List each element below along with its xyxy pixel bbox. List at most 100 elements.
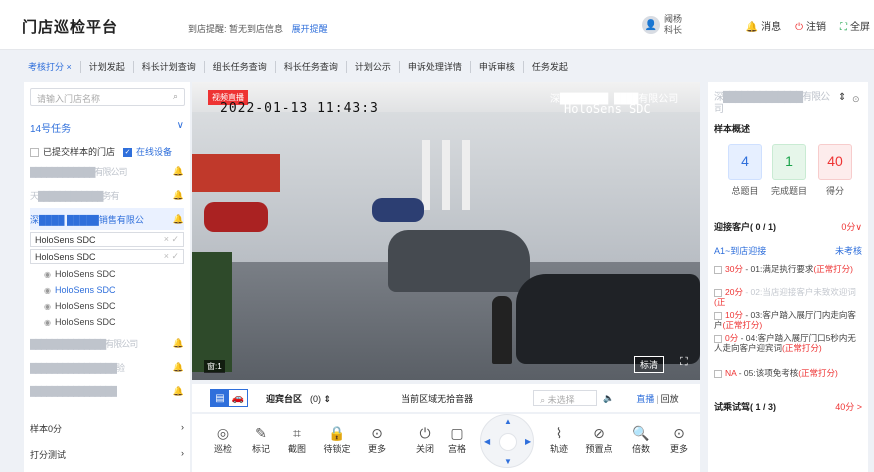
camera-item[interactable]: ◉ HoloSens SDC bbox=[44, 314, 190, 330]
top-bar: 门店巡检平台 到店提醒: 暂无到店信息 展开提醒 👤 阈杨科长 🔔 消息 ⏻ 注销 … bbox=[0, 0, 874, 50]
device-field[interactable]: HoloSens SDC × ✓ bbox=[30, 249, 184, 264]
tab-section-plan-query[interactable]: 科长计划查询 bbox=[134, 61, 205, 73]
video-osd-device: HoloSens SDC bbox=[564, 102, 651, 116]
section-greet[interactable]: 迎接客户( 0 / 1) 0分∨ bbox=[714, 220, 862, 233]
window-view-icon[interactable]: ▤ bbox=[211, 390, 229, 406]
mark-icon: ✎ bbox=[255, 425, 267, 441]
ptz-right-icon[interactable]: ▶ bbox=[525, 437, 531, 446]
section-test-drive[interactable]: 试乘试驾( 1 / 3) 40分 > bbox=[714, 400, 862, 413]
message-button[interactable]: 🔔 消息 bbox=[746, 18, 781, 33]
fullscreen-icon[interactable]: ⛶ bbox=[680, 356, 688, 369]
top-actions: 🔔 消息 ⏻ 注销 ⛶ 全屏 bbox=[746, 18, 870, 33]
grid-button[interactable]: ▢ 宫格 bbox=[440, 424, 474, 455]
camera-item-selected[interactable]: ◉ HoloSens SDC bbox=[44, 282, 190, 298]
ptz-left-icon[interactable]: ◀ bbox=[484, 437, 490, 446]
video-control-row: ▤ 🚗 迎宾台区 (0) ⇕ 当前区域无拾音器 ⌕ 未选择 🔈 直播 | 回放 bbox=[192, 384, 700, 412]
tab-appeal-detail[interactable]: 申诉处理详情 bbox=[400, 61, 471, 73]
volume-icon[interactable]: 🔈 bbox=[603, 393, 614, 404]
checkbox-icon bbox=[714, 265, 722, 274]
tab-task-create[interactable]: 任务发起 bbox=[524, 61, 576, 73]
ptz-center bbox=[499, 433, 517, 451]
check-submitted[interactable]: 已提交样本的门店 bbox=[30, 145, 115, 158]
store-item[interactable]: ██████████████有限公司 🔔 bbox=[30, 332, 184, 354]
app-title: 门店巡检平台 bbox=[22, 19, 119, 36]
tab-appeal-review[interactable]: 申诉审核 bbox=[471, 61, 524, 73]
store-search-input[interactable]: 请输入门店名称 ⌕ bbox=[30, 88, 185, 106]
close-button[interactable]: ⏻ 关闭 bbox=[408, 424, 442, 455]
check-online[interactable]: ✓ 在线设备 bbox=[123, 145, 172, 158]
bell-icon: 🔔 bbox=[172, 213, 184, 224]
store-item[interactable]: ████████████████验 🔔 bbox=[30, 356, 184, 378]
camera-item[interactable]: ◉ HoloSens SDC bbox=[44, 266, 190, 282]
stat-done: 1 bbox=[772, 144, 806, 180]
track-icon: ⌇ bbox=[555, 425, 563, 441]
tab-plan-create[interactable]: 计划发起 bbox=[81, 61, 134, 73]
sample-score-row[interactable]: 样本0分 › bbox=[30, 422, 184, 435]
mark-button[interactable]: ✎ 标记 bbox=[244, 424, 278, 455]
store-panel: 请输入门店名称 ⌕ 14号任务 ∨ 已提交样本的门店 ✓ 在线设备 ███████… bbox=[24, 82, 190, 472]
screenshot-button[interactable]: ⌗ 截图 bbox=[280, 424, 314, 455]
store-item[interactable]: ████████████有限公司 🔔 bbox=[30, 160, 184, 182]
lock-button[interactable]: 🔒 待锁定 bbox=[320, 424, 354, 455]
bell-icon: 🔔 bbox=[172, 165, 184, 176]
tab-score[interactable]: 考核打分 × bbox=[20, 61, 81, 73]
notice-text: 暂无到店信息 bbox=[229, 24, 284, 34]
more-button[interactable]: ⊙ 更多 bbox=[360, 424, 394, 455]
lock-icon: 🔒 bbox=[328, 425, 346, 441]
bell-icon: 🔔 bbox=[172, 337, 184, 348]
ptz-down-icon[interactable]: ▼ bbox=[504, 457, 512, 466]
score-option[interactable]: 30分 - 01:满足执行要求(正常打分) bbox=[714, 264, 864, 274]
preset-button[interactable]: ⊘ 预置点 bbox=[582, 424, 616, 455]
expand-notice-link[interactable]: 展开提醒 bbox=[292, 24, 328, 34]
clear-icon[interactable]: × ✓ bbox=[164, 234, 179, 245]
score-panel: 深█████████████有限公司 ⇕ ⊙ 样本概述 4 1 40 总题目 完… bbox=[708, 82, 868, 472]
bell-icon: 🔔 bbox=[745, 22, 759, 33]
fullscreen-button[interactable]: ⛶ 全屏 bbox=[840, 18, 870, 33]
video-player[interactable]: 视频直播 2022-01-13 11:43:3 深████████ ████有限… bbox=[192, 82, 700, 380]
area-selector[interactable]: 迎宾台区 (0) ⇕ bbox=[266, 392, 331, 405]
checkbox-icon bbox=[714, 334, 722, 343]
track-button[interactable]: ⌇ 轨迹 bbox=[542, 424, 576, 455]
more-icon: ⊙ bbox=[371, 425, 383, 441]
task-selector[interactable]: 14号任务 ∨ bbox=[30, 120, 184, 135]
user-info[interactable]: 👤 阈杨科长 bbox=[642, 14, 686, 36]
patrol-button[interactable]: ◎ 巡检 bbox=[206, 424, 240, 455]
fullscreen-icon: ⛶ bbox=[840, 22, 847, 33]
score-option[interactable]: 10分 - 03:客户踏入展厅门内走向客户(正常打分) bbox=[714, 310, 864, 330]
bell-icon: 🔔 bbox=[172, 385, 184, 396]
search-icon[interactable]: ⌕ bbox=[173, 91, 178, 102]
notice-label: 到店提醒: bbox=[188, 24, 227, 34]
audio-select[interactable]: ⌕ 未选择 bbox=[533, 390, 598, 406]
score-option[interactable]: NA - 05:该项免考核(正常打分) bbox=[714, 368, 864, 378]
quality-button[interactable]: 标清 bbox=[634, 356, 665, 373]
ptz-up-icon[interactable]: ▲ bbox=[504, 417, 512, 426]
checkbox-icon bbox=[30, 148, 39, 158]
device-field[interactable]: HoloSens SDC × ✓ bbox=[30, 232, 184, 247]
live-button[interactable]: 直播 bbox=[636, 394, 654, 404]
tab-section-task-query[interactable]: 科长任务查询 bbox=[276, 61, 347, 73]
window-index: 窗:1 bbox=[204, 360, 225, 373]
stat-done-label: 完成题目 bbox=[770, 186, 807, 196]
sort-icon[interactable]: ⇕ bbox=[838, 92, 846, 103]
ptz-control[interactable]: ▲ ▼ ◀ ▶ bbox=[480, 414, 534, 468]
score-option[interactable]: 0分 - 04:客户踏入展厅门口5秒内无人走向客户迎宾词(正常打分) bbox=[714, 333, 864, 353]
camera-item[interactable]: ◉ HoloSens SDC bbox=[44, 298, 190, 314]
logout-button[interactable]: ⏻ 注销 bbox=[795, 18, 826, 33]
store-item[interactable]: 天████████████务有 🔔 bbox=[30, 184, 184, 206]
car-view-icon[interactable]: 🚗 bbox=[229, 390, 247, 406]
clear-icon[interactable]: × ✓ bbox=[164, 251, 179, 262]
score-option[interactable]: 20分 - 02:当店迎接客户未致欢迎词(正 bbox=[714, 287, 864, 307]
tab-plan-publish[interactable]: 计划公示 bbox=[347, 61, 400, 73]
zoom-button[interactable]: 🔍 倍数 bbox=[624, 424, 658, 455]
search-icon: ⌕ bbox=[540, 395, 546, 405]
stat-score: 40 bbox=[818, 144, 852, 180]
play-mode: 直播 | 回放 bbox=[636, 393, 679, 404]
settings-icon[interactable]: ⊙ bbox=[852, 94, 860, 105]
store-item[interactable]: ████████████████ 🔔 bbox=[30, 380, 184, 402]
score-test-row[interactable]: 打分测试 › bbox=[30, 448, 184, 461]
power-icon: ⏻ bbox=[419, 425, 431, 441]
more-button[interactable]: ⊙ 更多 bbox=[662, 424, 696, 455]
tab-group-task-query[interactable]: 组长任务查询 bbox=[205, 61, 276, 73]
playback-button[interactable]: 回放 bbox=[661, 394, 679, 404]
store-item-selected[interactable]: 深████ █████销售有限公 🔔 bbox=[30, 208, 184, 230]
